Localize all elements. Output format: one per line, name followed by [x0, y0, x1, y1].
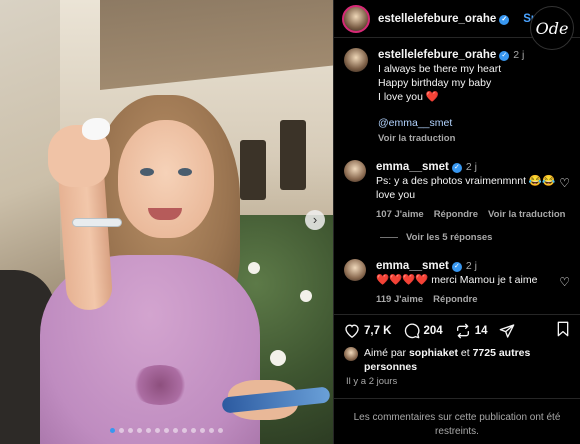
liked-by-conjunction: et [460, 347, 470, 359]
like-button[interactable]: 7,7 K [344, 323, 392, 338]
carousel-next-button[interactable]: › [305, 210, 325, 230]
author-avatar[interactable] [342, 4, 370, 33]
comment-author-avatar[interactable] [344, 160, 366, 182]
comment-translate-link[interactable]: Voir la traduction [488, 208, 565, 222]
comment-item: emma__smet ✓ 2 j ❤️❤️❤️❤️ merci Mamou je t… [334, 253, 580, 307]
photo-tissue [82, 118, 110, 140]
carousel-dot[interactable] [200, 428, 205, 433]
post-header: estellelefebure_orahe✓ Suivre Ode [334, 0, 580, 50]
repost-button[interactable]: 14 [455, 323, 488, 339]
bookmark-icon [557, 321, 569, 337]
liked-by-prefix: Aimé par [364, 347, 407, 359]
photo-eye [178, 168, 192, 176]
heart-icon [345, 324, 359, 338]
photo-flower [300, 290, 312, 302]
comment-reply-button[interactable]: Répondre [434, 208, 478, 222]
comments-restricted-notice: Les commentaires sur cette publication o… [334, 398, 580, 444]
carousel-indicator [0, 428, 333, 433]
photo-bracelet [72, 218, 122, 227]
view-replies-button[interactable]: Voir les 5 réponses [380, 232, 580, 243]
liked-by-user[interactable]: sophiaket [409, 347, 458, 359]
verified-badge-icon: ✓ [451, 163, 462, 173]
photo-window [240, 140, 266, 200]
caption-line: Happy birthday my baby [378, 77, 492, 89]
photo-flower [270, 350, 286, 366]
save-button[interactable] [556, 321, 570, 340]
comments-count: 204 [423, 324, 443, 337]
reposts-count: 14 [474, 324, 488, 337]
caption-line: I always be there my heart [378, 63, 502, 75]
comment-likes[interactable]: 107 J'aime [376, 208, 424, 222]
caption-time: 2 j [513, 49, 525, 61]
carousel-dot[interactable] [164, 428, 169, 433]
post-side-panel: estellelefebure_orahe✓ Suivre Ode estell… [333, 0, 580, 444]
verified-badge-icon: ✓ [451, 262, 462, 272]
carousel-dot[interactable] [173, 428, 178, 433]
comment-likes[interactable]: 119 J'aime [376, 293, 423, 307]
caption-mention-link[interactable]: @emma__smet [378, 116, 572, 130]
verified-badge-icon: ✓ [499, 14, 510, 25]
send-icon [500, 323, 515, 338]
caption-translate-link[interactable]: Voir la traduction [378, 132, 572, 146]
liker-avatar[interactable] [344, 347, 358, 361]
carousel-dot[interactable] [155, 428, 160, 433]
comment-item: emma__smet ✓ 2 j Ps: y a des photos vraime… [334, 154, 580, 222]
replies-divider [380, 237, 398, 238]
photo-window [280, 120, 306, 190]
author-username[interactable]: estellelefebure_orahe ✓ [378, 13, 510, 25]
comment-text: Ps: y a des photos vraimenmnnt 😂😂 love y… [376, 175, 556, 201]
photo-flower [248, 262, 260, 274]
chevron-right-icon: › [312, 212, 318, 227]
comment-time: 2 j [465, 260, 477, 272]
comment-button[interactable]: 204 [404, 323, 443, 339]
caption: estellelefebure_orahe ✓ 2 j I always be th… [334, 42, 580, 146]
post-actions-bar: 7,7 K 204 14 [334, 314, 580, 346]
carousel-dot[interactable] [209, 428, 214, 433]
caption-author[interactable]: estellelefebure_orahe [378, 49, 496, 61]
comments-list[interactable]: estellelefebure_orahe ✓ 2 j I always be th… [334, 42, 580, 314]
post-date: Il y a 2 jours [346, 376, 398, 387]
carousel-dot[interactable] [191, 428, 196, 433]
comment-bubble-icon [404, 323, 419, 338]
comment-author[interactable]: emma__smet [376, 161, 449, 173]
photo-eye [140, 168, 154, 176]
carousel-dot[interactable] [146, 428, 151, 433]
comment-like-heart-icon[interactable]: ♡ [559, 176, 570, 190]
verified-badge-icon: ✓ [499, 51, 510, 61]
carousel-dot[interactable] [182, 428, 187, 433]
comment-reply-button[interactable]: Répondre [433, 293, 477, 307]
carousel-dot[interactable] [128, 428, 133, 433]
carousel-dot[interactable] [119, 428, 124, 433]
caption-line: I love you ❤️ [378, 91, 439, 103]
comment-author[interactable]: emma__smet [376, 260, 449, 272]
liked-by: Aimé par sophiaket et 7725 autres person… [344, 346, 570, 374]
carousel-dot[interactable] [218, 428, 223, 433]
repost-icon [456, 323, 469, 338]
post-photo[interactable] [0, 0, 333, 444]
comment-author-avatar[interactable] [344, 259, 366, 281]
photo-face [118, 120, 214, 238]
caption-author-avatar[interactable] [344, 48, 368, 72]
comment-text: ❤️❤️❤️❤️ merci Mamou je t aime [376, 274, 538, 286]
share-button[interactable] [499, 323, 519, 339]
carousel-dot[interactable] [110, 428, 115, 433]
likes-count: 7,7 K [364, 324, 392, 337]
carousel-dot[interactable] [137, 428, 142, 433]
comment-like-heart-icon[interactable]: ♡ [559, 275, 570, 289]
photo-dress-print [130, 365, 190, 405]
comment-time: 2 j [465, 161, 477, 173]
